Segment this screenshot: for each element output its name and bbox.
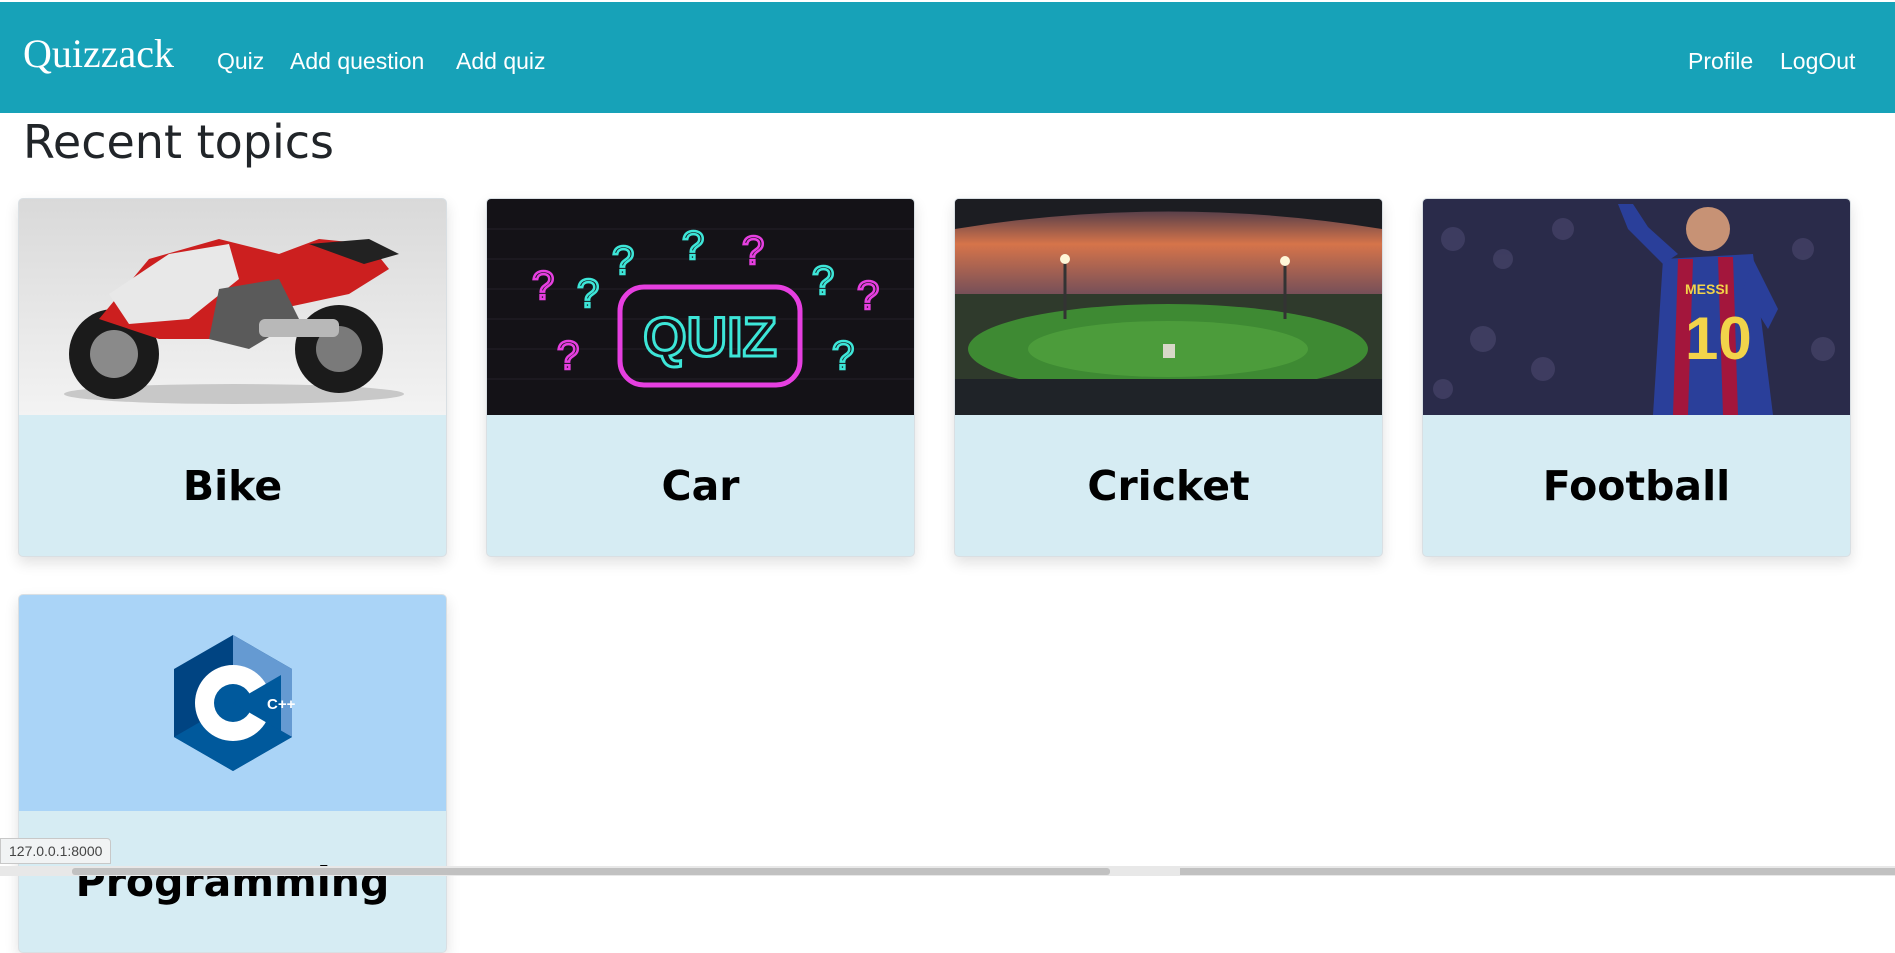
- svg-text:?: ?: [742, 229, 764, 273]
- topic-card-car[interactable]: QUIZ ? ? ? ? ? ? ? ? ? Car: [486, 198, 915, 557]
- topic-card-cricket[interactable]: Cricket: [954, 198, 1383, 557]
- svg-text:?: ?: [812, 259, 834, 303]
- brand-logo[interactable]: Quizzack: [23, 30, 174, 78]
- svg-text:?: ?: [857, 274, 879, 318]
- page-title: Recent topics: [23, 115, 335, 169]
- svg-text:?: ?: [832, 334, 854, 378]
- svg-text:10: 10: [1685, 305, 1752, 372]
- topic-title: Football: [1542, 461, 1731, 510]
- topic-card-football[interactable]: MESSI 10 Football: [1422, 198, 1851, 557]
- status-bar-url: 127.0.0.1:8000: [0, 838, 112, 864]
- scrollbar-thumb[interactable]: [72, 868, 1110, 875]
- nav-link-add-question[interactable]: Add question: [290, 46, 424, 76]
- motorcycle-image: [19, 199, 446, 415]
- svg-text:?: ?: [682, 224, 704, 268]
- topic-title: Bike: [182, 461, 283, 510]
- svg-text:?: ?: [532, 264, 554, 308]
- nav-link-profile[interactable]: Profile: [1688, 46, 1753, 76]
- scrollbar-track-segment: [1180, 868, 1895, 875]
- topic-title: Programming: [75, 857, 390, 906]
- topic-card-bike[interactable]: Bike: [18, 198, 447, 557]
- neon-quiz-image: QUIZ ? ? ? ? ? ? ? ? ?: [487, 199, 914, 415]
- nav-link-quiz[interactable]: Quiz: [217, 46, 264, 76]
- topic-title: Cricket: [1087, 461, 1250, 510]
- svg-text:?: ?: [557, 334, 579, 378]
- svg-text:QUIZ: QUIZ: [643, 305, 777, 368]
- svg-text:MESSI: MESSI: [1685, 281, 1729, 297]
- cpp-logo-image: C++: [19, 595, 446, 811]
- cricket-stadium-image: [955, 199, 1382, 415]
- horizontal-scrollbar[interactable]: [0, 866, 1895, 876]
- navbar: Quizzack Quiz Add question Add quiz Prof…: [0, 2, 1895, 113]
- svg-text:?: ?: [612, 239, 634, 283]
- topic-card-programming[interactable]: C++ Programming: [18, 594, 447, 953]
- football-player-image: MESSI 10: [1423, 199, 1850, 415]
- nav-link-add-quiz[interactable]: Add quiz: [456, 46, 546, 76]
- svg-text:?: ?: [577, 272, 599, 316]
- topic-title: Car: [661, 461, 740, 510]
- nav-link-logout[interactable]: LogOut: [1780, 46, 1855, 76]
- cpp-logo-text: C++: [267, 696, 296, 713]
